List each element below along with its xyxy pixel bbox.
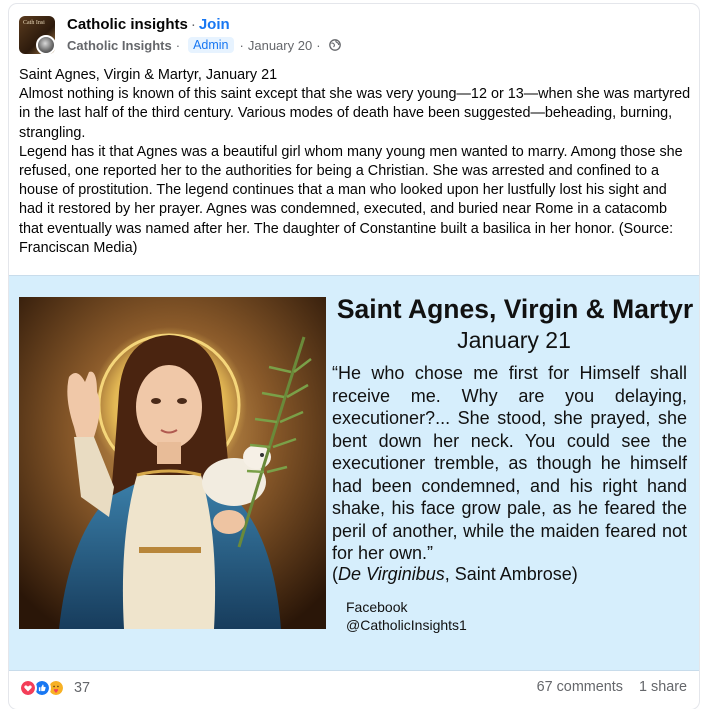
image-title: Saint Agnes, Virgin & Martyr (336, 294, 694, 324)
avatar-logo-text: Cath Insi (23, 20, 45, 26)
footer-handle: @CatholicInsights1 (346, 617, 467, 633)
post-date-link[interactable]: January 20 (248, 38, 312, 53)
image-quote-source: (De Virginibus, Saint Ambrose) (332, 564, 578, 585)
group-name-link[interactable]: Catholic insights (67, 16, 188, 33)
post-meta: Catholic Insights · Admin · January 20 · (67, 37, 341, 53)
group-name-row: Catholic insights · Join (67, 16, 230, 33)
separator-dot: · (190, 16, 196, 33)
image-date: January 21 (457, 327, 571, 353)
post-body-text: Saint Agnes, Virgin & Martyr, January 21… (19, 66, 691, 258)
reaction-count: 37 (74, 680, 91, 696)
separator-dot: · (239, 37, 244, 53)
love-icon (19, 679, 37, 697)
footer-platform: Facebook (346, 599, 408, 615)
author-name-link[interactable]: Catholic Insights (67, 38, 172, 53)
source-rest: , Saint Ambrose) (444, 564, 578, 584)
source-work: De Virginibus (338, 564, 445, 584)
post-paragraph: Legend has it that Agnes was a beautiful… (19, 143, 683, 256)
post-card: Cath Insi Catholic insights · Join Catholi… (9, 4, 699, 709)
author-avatar[interactable] (36, 35, 56, 55)
globe-icon[interactable] (328, 39, 341, 51)
admin-badge: Admin (188, 37, 234, 53)
join-link[interactable]: Join (199, 16, 230, 33)
post-image[interactable]: Saint Agnes, Virgin & Martyr January 21 … (9, 275, 699, 671)
saint-agnes-painting (19, 297, 326, 629)
reactions-summary[interactable]: 37 (19, 679, 90, 697)
post-header: Cath Insi Catholic insights · Join Catholi… (19, 16, 679, 56)
post-paragraph: Almost nothing is known of this saint ex… (19, 86, 691, 141)
separator-dot: · (175, 37, 181, 53)
separator-dot: · (316, 37, 321, 53)
comments-count-link[interactable]: 67 comments (537, 679, 623, 695)
image-quote: “He who chose me first for Himself shall… (332, 363, 687, 563)
image-footer: Facebook @CatholicInsights1 (346, 598, 467, 634)
engagement-stats: 67 comments 1 share (537, 679, 687, 695)
shares-count-link[interactable]: 1 share (639, 679, 687, 695)
post-paragraph: Saint Agnes, Virgin & Martyr, January 21 (19, 67, 278, 83)
